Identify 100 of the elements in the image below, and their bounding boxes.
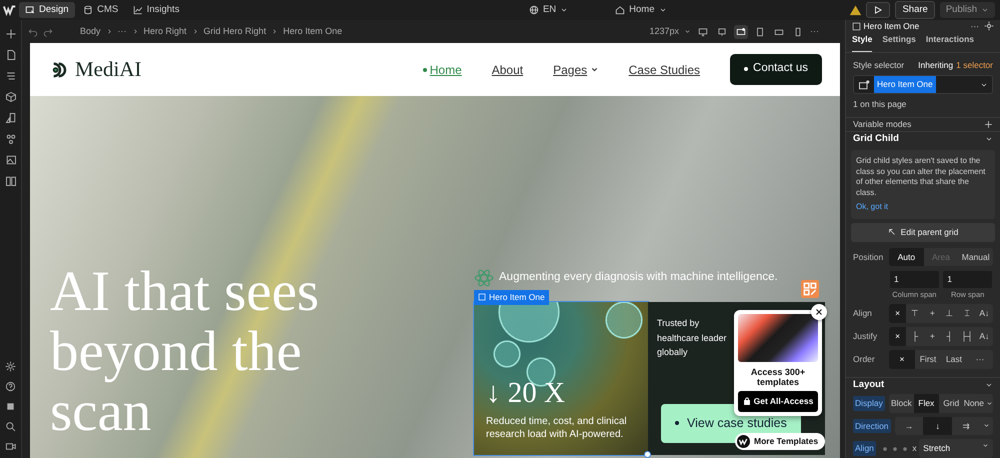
segment-option[interactable]: ⊤	[906, 304, 924, 323]
hero-tagline: Augmenting every diagnosis with machine intelligence.	[499, 270, 778, 286]
segment-option[interactable]: ···	[967, 350, 993, 368]
navigator-icon[interactable]	[4, 70, 16, 82]
section-title: Layout	[853, 378, 884, 392]
shapes-icon[interactable]	[4, 112, 16, 124]
segment-option[interactable]: ┤	[940, 327, 958, 346]
segment-option[interactable]: +	[924, 304, 941, 323]
more-templates-button[interactable]: More Templates	[735, 433, 826, 450]
element-icon	[858, 78, 870, 91]
laptop-icon[interactable]	[734, 24, 748, 39]
preview-button[interactable]	[866, 2, 890, 18]
nav-link[interactable]: About	[492, 60, 524, 79]
usage-count: 1 on this page	[852, 98, 908, 111]
undo-icon[interactable]	[28, 26, 38, 37]
cube-icon[interactable]	[4, 91, 16, 104]
section-label: Variable modes	[853, 118, 912, 131]
video-icon[interactable]	[5, 441, 16, 452]
caret-icon	[982, 442, 989, 450]
edit-parent-grid-button[interactable]: Edit parent grid	[851, 222, 995, 242]
segment-option[interactable]: ├	[906, 327, 924, 346]
square-icon[interactable]	[5, 401, 16, 412]
segment-option[interactable]: None	[964, 394, 993, 412]
image-icon[interactable]	[4, 154, 16, 166]
dismiss-link[interactable]: Ok, got it	[856, 202, 990, 213]
segment-option[interactable]: →	[894, 416, 924, 436]
cursor-icon	[888, 228, 896, 236]
hero-headline: AI that sees beyond the scan	[50, 262, 320, 442]
page-dropdown[interactable]: Home	[609, 2, 672, 18]
segment-option[interactable]: ⇉	[952, 416, 981, 436]
segment-option[interactable]: Grid	[938, 394, 964, 412]
field-label: Order	[853, 352, 876, 366]
align-select[interactable]: Stretch	[919, 439, 993, 458]
mode-tab[interactable]: Insights	[126, 2, 186, 18]
breadcrumb-link[interactable]: ···	[118, 24, 127, 38]
breadcrumb-link[interactable]: Hero Item One	[283, 24, 342, 38]
segment-option[interactable]: ↓	[923, 416, 952, 436]
add-icon[interactable]	[984, 120, 993, 129]
panel-tab[interactable]: Settings	[882, 32, 916, 52]
segment-option[interactable]: ×	[889, 304, 906, 323]
segment-option[interactable]: A↓	[976, 327, 993, 346]
promo-title: Access 300+ templates	[750, 367, 806, 388]
segment-option[interactable]: A↓	[976, 304, 993, 323]
segment-option[interactable]: Block	[888, 394, 914, 412]
add-icon[interactable]	[4, 28, 16, 40]
element-name: Hero Item One	[864, 20, 920, 33]
breadcrumb-link[interactable]: Grid Hero Right	[204, 24, 266, 38]
get-access-button[interactable]: Get All-Access	[738, 391, 818, 412]
language-dropdown[interactable]: EN	[522, 2, 574, 18]
mode-tab[interactable]: CMS	[77, 2, 124, 18]
segment-option[interactable]: First	[915, 350, 941, 368]
selector-field[interactable]: Hero Item One	[853, 75, 993, 94]
selection-label[interactable]: Hero Item One	[474, 290, 549, 305]
resize-handle[interactable]	[644, 451, 651, 458]
logo-icon	[737, 435, 750, 448]
breadcrumb-link[interactable]: Body	[80, 24, 101, 38]
span-input[interactable]: 1	[942, 270, 993, 289]
caret-icon	[986, 400, 993, 407]
share-button[interactable]: Share	[895, 1, 935, 20]
more-options[interactable]: ···	[810, 24, 819, 38]
section-title: Grid Child	[853, 132, 899, 146]
segment-option[interactable]: ├┤	[958, 327, 976, 346]
segment-option[interactable]: ⊥	[940, 304, 958, 323]
breadcrumb-link[interactable]: Hero Right	[144, 24, 187, 38]
segment-option[interactable]: Manual	[958, 248, 993, 266]
site-logo[interactable]: MediAI	[75, 54, 142, 86]
drops-icon[interactable]	[4, 133, 16, 146]
segment-option[interactable]: ⌶	[958, 304, 976, 323]
segment-option[interactable]: Auto	[889, 248, 924, 266]
span-input[interactable]: 1	[889, 270, 940, 289]
logo-icon	[2, 3, 16, 18]
segment-option[interactable]: +	[924, 327, 941, 346]
settings-icon[interactable]	[5, 361, 16, 372]
trusted-text: Trusted by healthcare leader globally	[657, 317, 728, 360]
more-options[interactable]: ···	[970, 20, 979, 33]
panel-tab[interactable]: Interactions	[926, 32, 974, 52]
contact-button[interactable]: Contact us	[730, 54, 822, 85]
caret-icon[interactable]	[983, 422, 990, 430]
canvas-width-dropdown[interactable]: 1237px	[649, 24, 679, 38]
page-icon[interactable]	[4, 49, 16, 62]
segment-option[interactable]: ×	[889, 327, 906, 346]
segment-option[interactable]: Flex	[914, 394, 939, 412]
nav-link[interactable]: Pages	[553, 60, 599, 79]
redo-icon[interactable]	[43, 26, 53, 37]
segment-option[interactable]: Last	[941, 350, 967, 368]
segment-option[interactable]: ×	[889, 350, 915, 368]
mode-tab[interactable]: Design	[19, 2, 75, 18]
selector-count-link[interactable]: 1 selector	[956, 58, 993, 72]
settings-icon[interactable]	[984, 21, 994, 32]
design-icon	[25, 5, 35, 16]
element-icon	[478, 293, 486, 302]
book-icon[interactable]	[4, 175, 16, 188]
class-chip[interactable]: Hero Item One	[874, 76, 936, 94]
search-icon[interactable]	[5, 421, 16, 432]
nav-link[interactable]: Home	[423, 60, 462, 79]
help-icon[interactable]	[5, 381, 16, 392]
nav-link[interactable]: Case Studies	[628, 60, 700, 79]
publish-button[interactable]: Publish	[940, 2, 995, 18]
edit-grid-icon[interactable]	[801, 280, 819, 298]
panel-tab[interactable]: Style	[852, 32, 872, 52]
